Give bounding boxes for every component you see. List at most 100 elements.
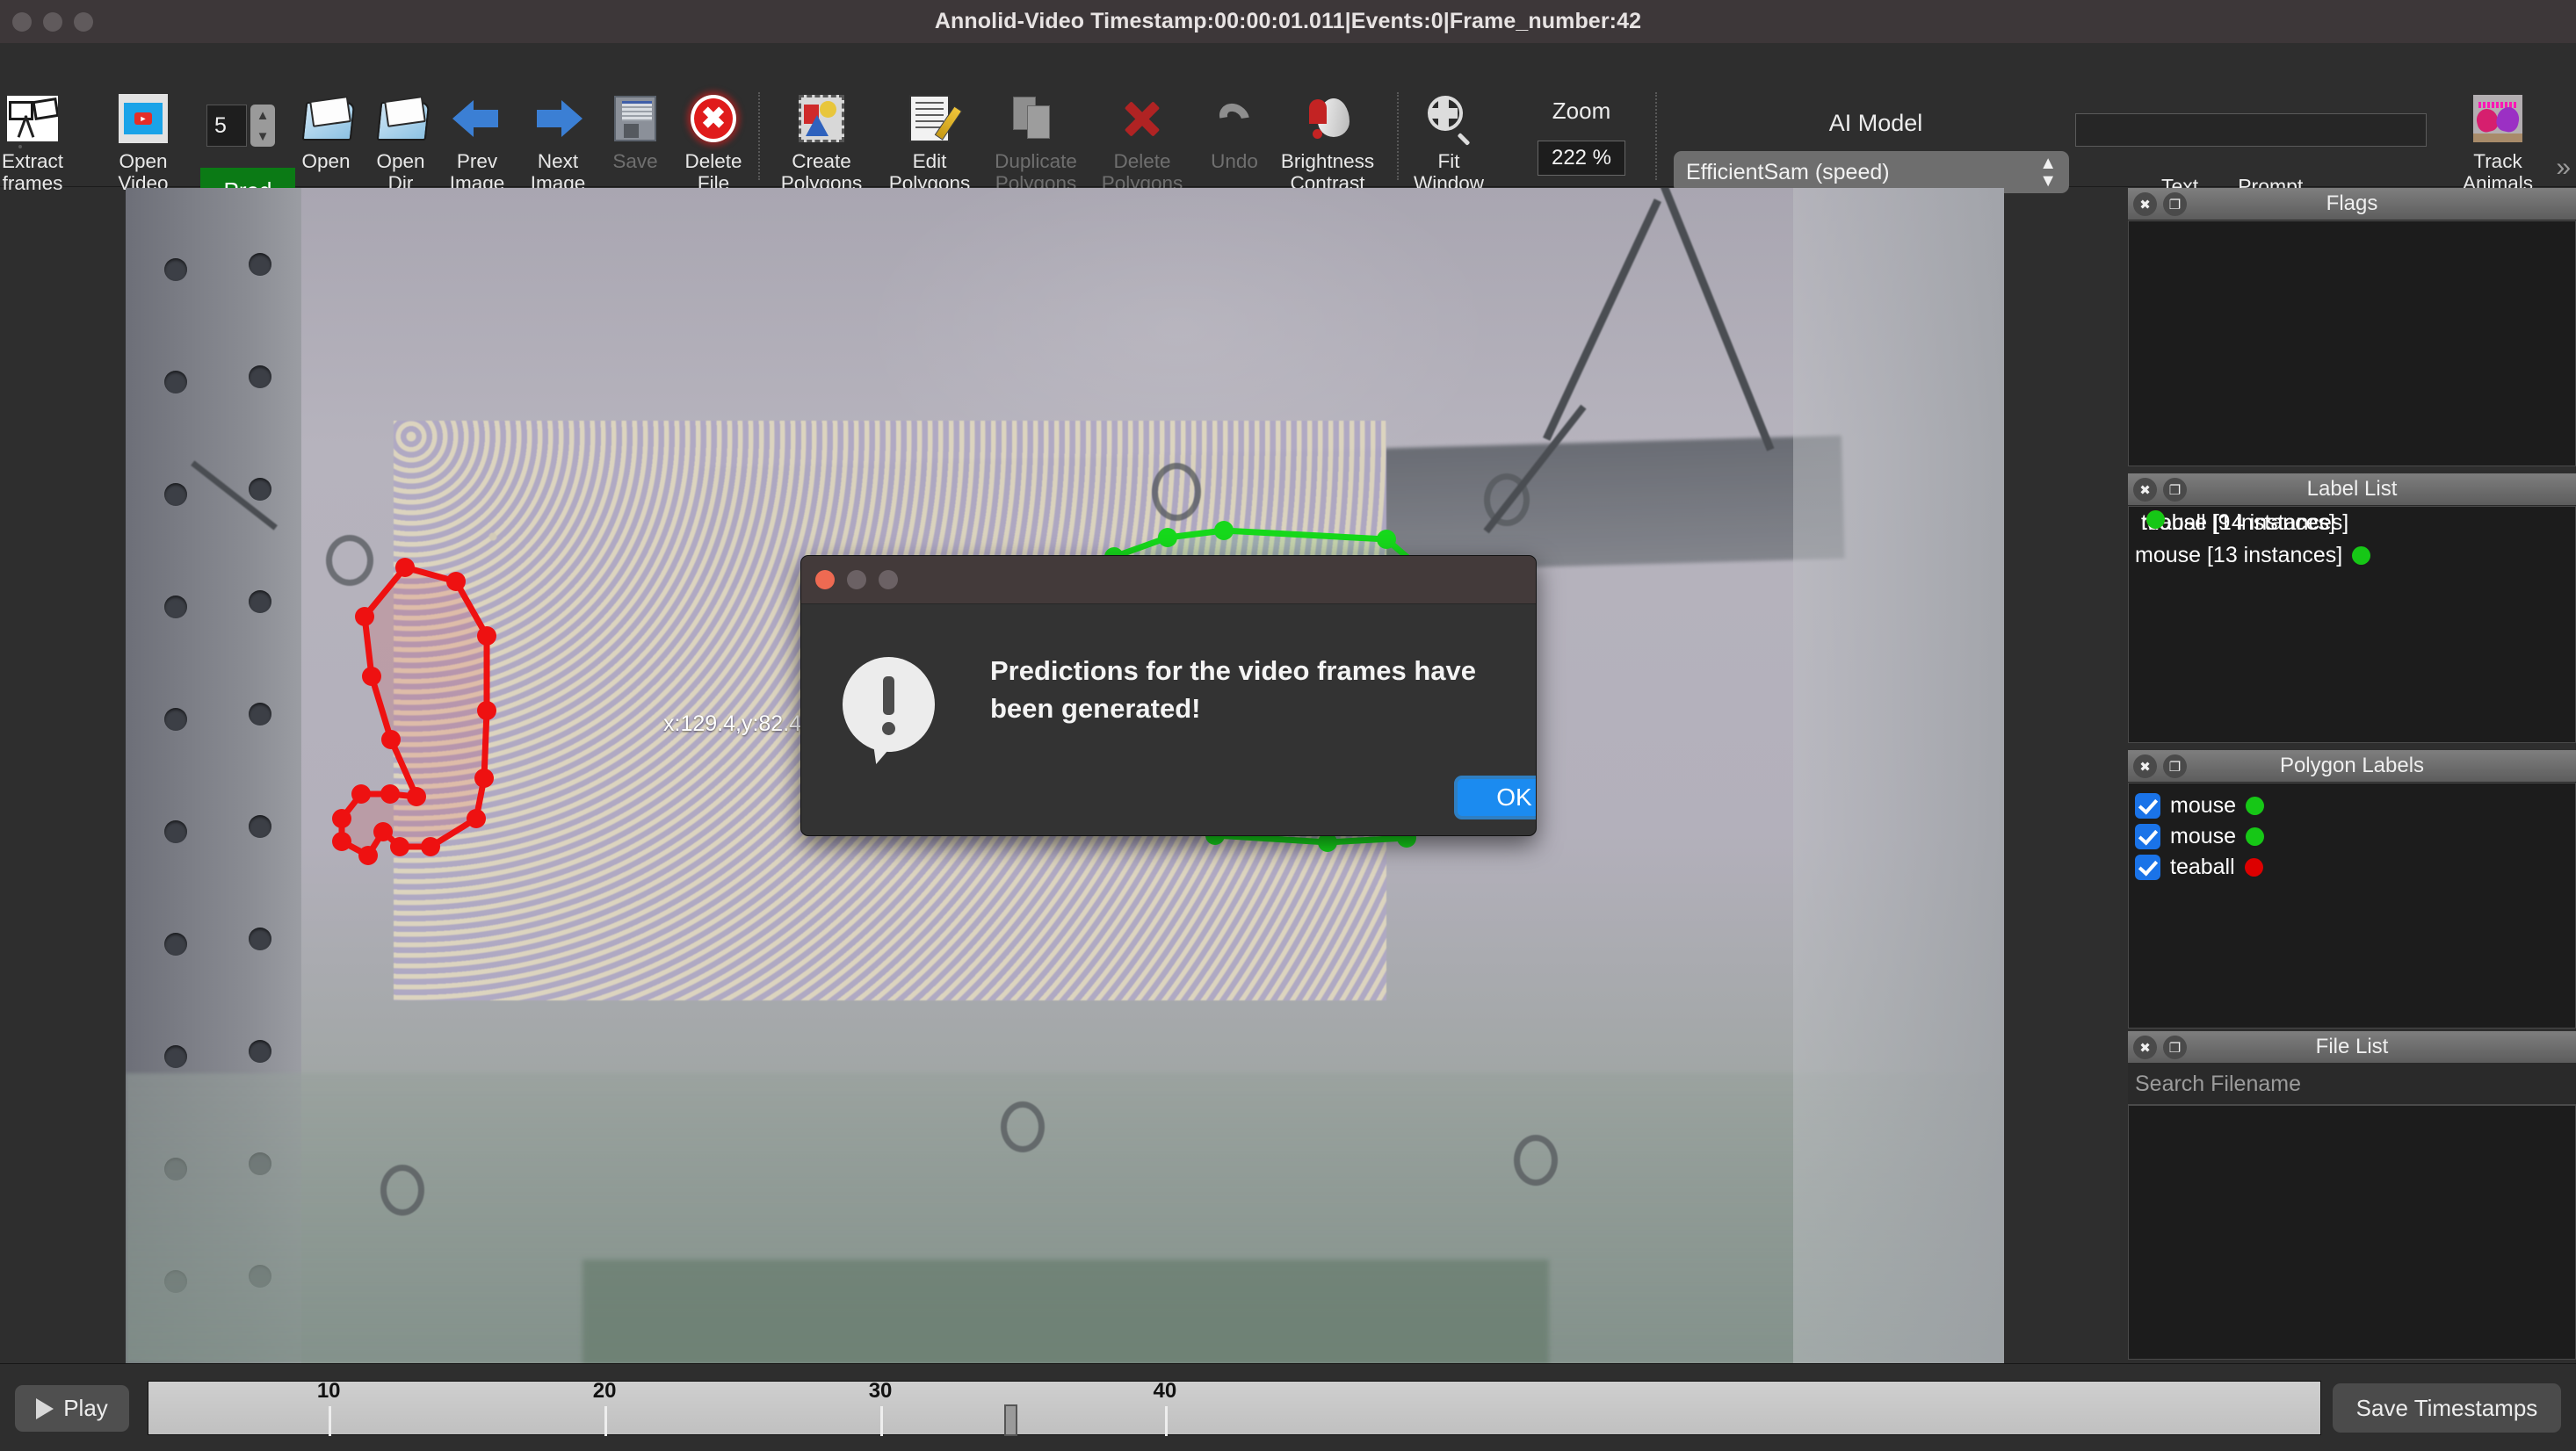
label-list[interactable]: teaball [9 instances] mouse [14 instance… (2128, 506, 2576, 743)
polygon-vertex[interactable] (407, 787, 426, 806)
label-list-item: mouse [13 instances] (2135, 543, 2343, 567)
toolbar-overflow-button[interactable]: » (2556, 153, 2571, 183)
dialog-ok-button[interactable]: OK (1454, 776, 1536, 819)
float-icon[interactable]: ❐ (2163, 754, 2187, 778)
chevron-down-icon[interactable]: ▼ (257, 129, 270, 144)
window-title: Annolid-Video Timestamp:00:00:01.011|Eve… (934, 9, 1642, 33)
polygon-visibility-checkbox[interactable] (2135, 793, 2160, 819)
zoom-control: Zoom 222 % (1516, 97, 1647, 176)
toolbar-button-open-video[interactable]: ► Open Video (95, 91, 192, 194)
label-list-row[interactable]: teaball [9 instances] mouse [14 instance… (2129, 510, 2575, 540)
close-icon[interactable]: ✖ (2133, 192, 2157, 216)
polygon-label-text: teaball (2170, 855, 2235, 879)
polygon-vertex[interactable] (446, 572, 466, 591)
zoom-value-input[interactable]: 222 % (1538, 141, 1625, 176)
polygon-vertex[interactable] (474, 769, 494, 788)
polygon-vertex[interactable] (1158, 528, 1177, 547)
toolbar-button-track-animals[interactable]: Track Animals (2449, 91, 2546, 194)
polygon-visibility-checkbox[interactable] (2135, 855, 2160, 880)
maximize-window-button[interactable] (74, 11, 93, 32)
dialog-maximize-button[interactable] (879, 570, 898, 589)
polygon-label-row[interactable]: mouse (2129, 821, 2575, 852)
polygon-labels-list[interactable]: mouse mouse teaball (2128, 783, 2576, 1029)
close-icon[interactable]: ✖ (2133, 1036, 2157, 1059)
brightness-contrast-icon (1300, 91, 1355, 146)
close-icon[interactable]: ✖ (2133, 754, 2157, 778)
timeline-handle[interactable] (1003, 1404, 1017, 1436)
polygon-vertex[interactable] (332, 809, 351, 828)
polygon-vertex[interactable] (1214, 521, 1234, 540)
polygon-visibility-checkbox[interactable] (2135, 824, 2160, 849)
folder-icon (299, 91, 353, 146)
float-icon[interactable]: ❐ (2163, 478, 2187, 502)
frame-step-stepper[interactable]: 5 ▲ ▼ (206, 105, 275, 147)
color-swatch (2146, 510, 2165, 529)
polygon-vertex[interactable] (355, 607, 374, 626)
filename-search-input[interactable]: Search Filename (2128, 1064, 2576, 1105)
file-list[interactable] (2128, 1105, 2576, 1360)
dialog-minimize-button[interactable] (847, 570, 866, 589)
toolbar-button-delete-polygons: Delete Polygons (1094, 91, 1190, 194)
play-icon (36, 1397, 54, 1419)
polygon-vertex[interactable] (1377, 530, 1396, 549)
arrow-right-icon (531, 91, 585, 146)
create-polygon-icon (794, 91, 849, 146)
traffic-lights (12, 0, 93, 43)
toolbar-button-extract-frames[interactable]: Extract frames (0, 91, 81, 194)
color-swatch (2244, 858, 2263, 877)
label-list-row[interactable]: mouse [13 instances] (2129, 540, 2575, 571)
polygon-vertex[interactable] (380, 784, 400, 804)
polygon-vertex[interactable] (467, 809, 486, 828)
polygon-vertex[interactable] (358, 846, 378, 865)
polygon-vertex[interactable] (373, 822, 393, 841)
chevron-up-icon[interactable]: ▲ (257, 108, 270, 123)
alert-speech-bubble-icon (843, 657, 935, 764)
polygon-label-row[interactable]: teaball (2129, 852, 2575, 883)
toolbar-button-create-polygons[interactable]: Create Polygons (773, 91, 870, 194)
polygon-vertex[interactable] (477, 701, 496, 720)
dock-header: ✖ ❐ Label List (2128, 473, 2576, 506)
polygon-vertex[interactable] (390, 837, 409, 856)
toolbar-button-fit-window[interactable]: Fit Window (1400, 91, 1497, 194)
polygon-vertex[interactable] (381, 730, 401, 749)
stepper-arrows[interactable]: ▲ ▼ (250, 105, 275, 147)
ai-model-selected-value: EfficientSam (speed) (1686, 159, 1890, 184)
close-icon[interactable]: ✖ (2133, 478, 2157, 502)
polygon-vertex[interactable] (477, 626, 496, 646)
toolbar-button-delete-file[interactable]: ✖ Delete File (665, 91, 762, 194)
main-toolbar: Extract frames ► Open Video 5 ▲ ▼ Pred O… (0, 43, 2576, 213)
polygon-vertex[interactable] (395, 558, 415, 577)
flags-list[interactable] (2128, 220, 2576, 466)
video-timeline-slider[interactable]: 10 20 30 40 (148, 1379, 2321, 1436)
save-timestamps-button[interactable]: Save Timestamps (2333, 1383, 2561, 1433)
film-scissors-icon (5, 91, 60, 146)
polygon-vertex[interactable] (351, 784, 371, 804)
ai-model-label: AI Model (1828, 110, 1923, 136)
ai-model-control: AI Model EfficientSam (speed) ▲ ▼ (1674, 110, 2078, 193)
play-button[interactable]: Play (15, 1385, 129, 1432)
prompt-input[interactable] (2075, 113, 2427, 147)
polygon-label-row[interactable]: mouse (2129, 790, 2575, 821)
color-swatch (2246, 797, 2265, 815)
folder-icon (373, 91, 428, 146)
color-swatch (2352, 546, 2371, 565)
frame-step-input[interactable]: 5 (206, 105, 247, 147)
dialog-close-button[interactable] (815, 570, 835, 589)
toolbar-button-edit-polygons[interactable]: Edit Polygons (881, 91, 978, 194)
polygon-vertex[interactable] (421, 837, 440, 856)
float-icon[interactable]: ❐ (2163, 192, 2187, 216)
float-icon[interactable]: ❐ (2163, 1036, 2187, 1059)
toolbar-label: Extract frames (1, 150, 64, 194)
toolbar-label: Undo (1211, 150, 1258, 172)
toolbar-button-brightness-contrast[interactable]: Brightness Contrast (1279, 91, 1376, 194)
dialog-title-bar (801, 556, 1536, 604)
toolbar-separator (1655, 92, 1657, 180)
application-window: Annolid-Video Timestamp:00:00:01.011|Eve… (0, 0, 2576, 1451)
timeline-tick-label: 30 (868, 1379, 893, 1403)
shape-teaball[interactable] (332, 558, 496, 865)
polygon-vertex[interactable] (362, 667, 381, 686)
minimize-window-button[interactable] (43, 11, 62, 32)
ai-model-select[interactable]: EfficientSam (speed) ▲ ▼ (1674, 151, 2069, 193)
polygon-vertex[interactable] (332, 832, 351, 851)
close-window-button[interactable] (12, 11, 32, 32)
